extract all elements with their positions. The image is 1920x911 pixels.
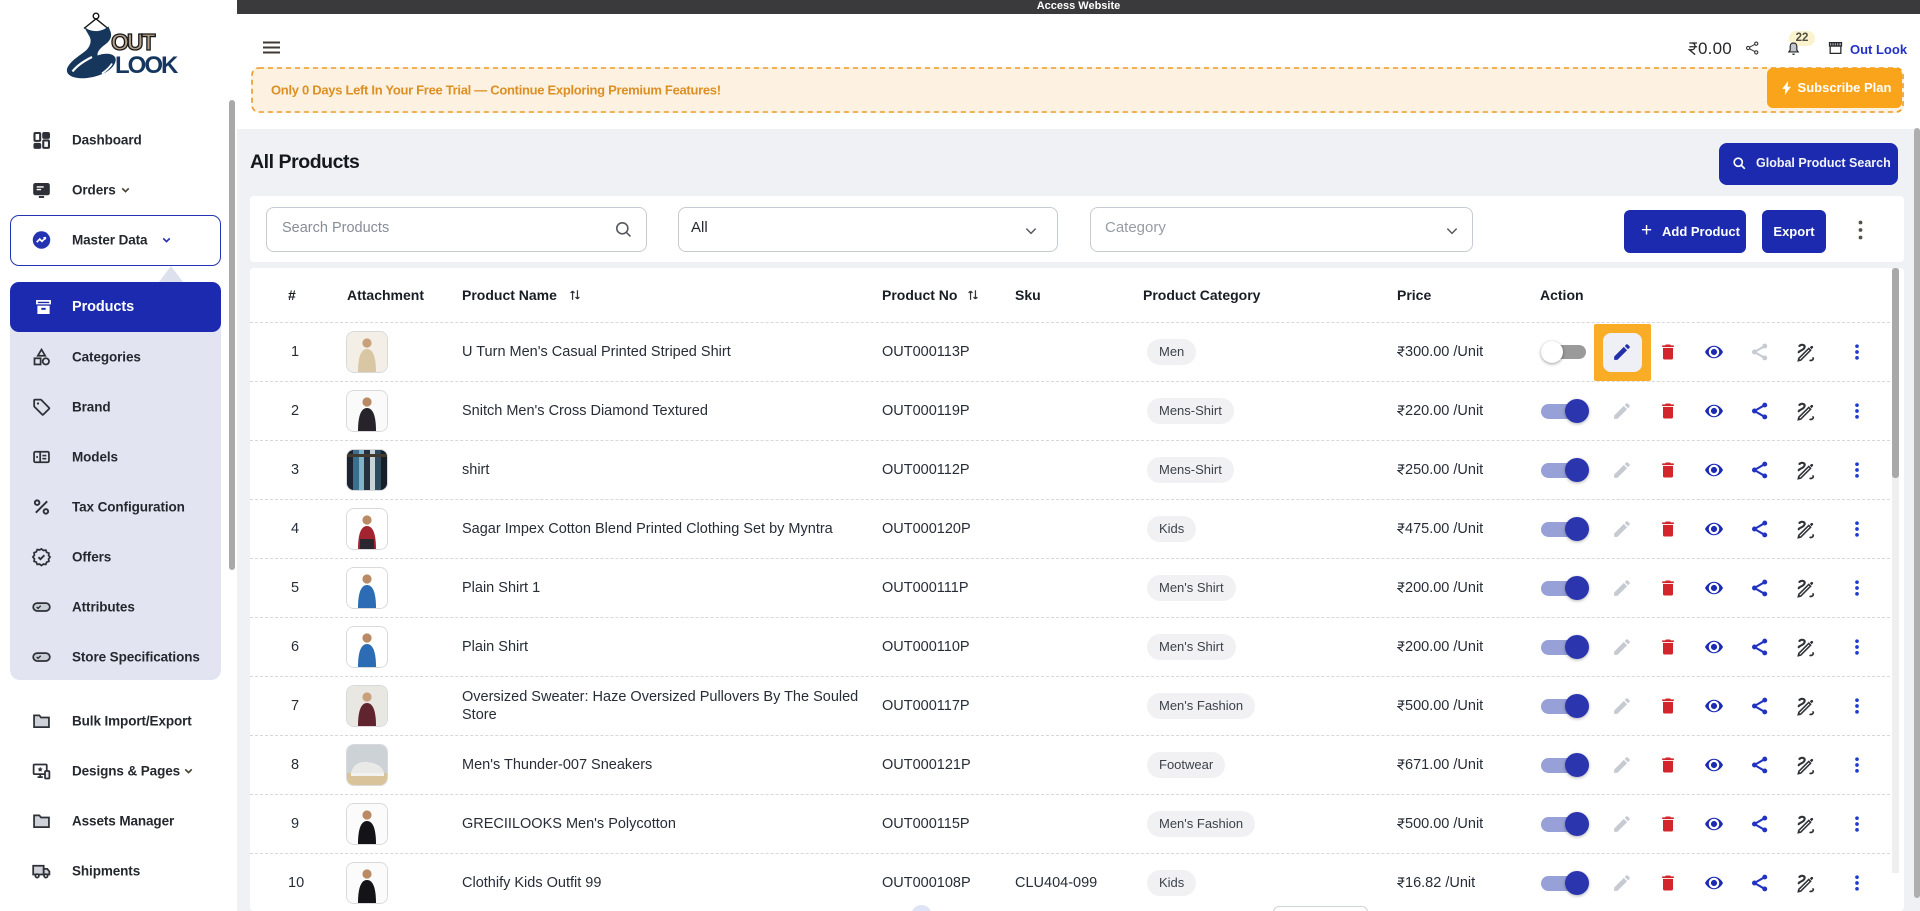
svg-text:LOOK: LOOK	[115, 52, 179, 79]
